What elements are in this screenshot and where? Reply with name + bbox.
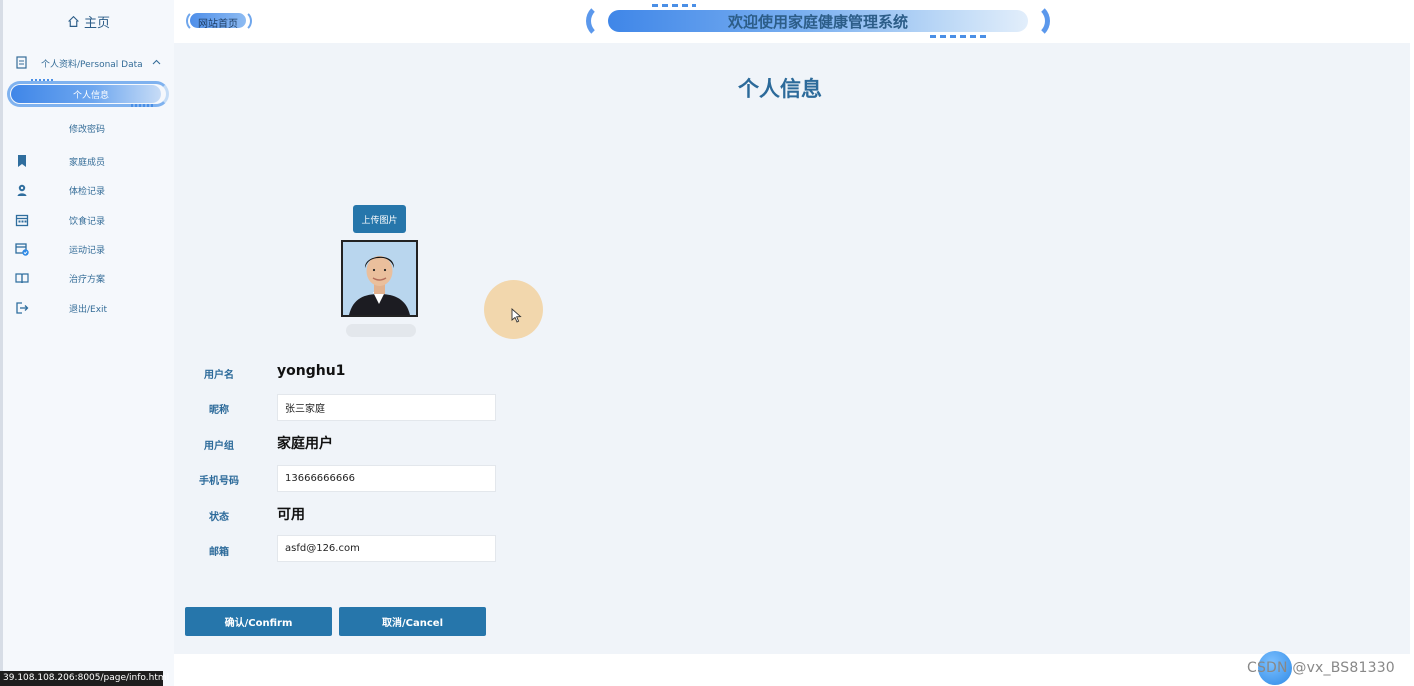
sidebar-item-label: 个人信息 xyxy=(73,91,110,101)
sidebar-item-diet-records[interactable]: 饮食记录 xyxy=(3,210,174,230)
sidebar-item-label: 运动记录 xyxy=(69,246,106,256)
sidebar-item-label: 治疗方案 xyxy=(69,275,106,285)
user-badge-icon xyxy=(17,184,27,196)
sidebar-item-label: 体检记录 xyxy=(69,187,106,197)
calendar-icon xyxy=(15,214,29,227)
sidebar-item-label: 退出/Exit xyxy=(69,305,108,315)
username-value: yonghu1 xyxy=(277,363,346,379)
user-group-label: 用户组 xyxy=(204,441,234,452)
sidebar-home-label: 主页 xyxy=(83,15,110,31)
sidebar-item-label: 饮食记录 xyxy=(69,217,106,227)
avatar xyxy=(341,240,418,317)
csdn-watermark: CSDN @vx_BS81330 xyxy=(1247,660,1395,676)
nickname-label: 昵称 xyxy=(209,405,229,416)
chevron-up-icon xyxy=(152,59,161,65)
page-title: 个人信息 xyxy=(738,77,822,101)
email-label: 邮箱 xyxy=(209,547,229,558)
avatar-portrait-icon xyxy=(343,242,416,315)
home-icon xyxy=(68,15,79,27)
nickname-input[interactable]: 张三家庭 xyxy=(277,394,496,421)
logout-icon xyxy=(16,302,29,314)
welcome-banner: 欢迎使用家庭健康管理系统 xyxy=(586,3,1050,39)
sidebar-group-label: 个人资料/Personal Data xyxy=(41,60,143,70)
avatar-caption-placeholder xyxy=(346,324,416,337)
main-content: 个人信息 上传图片 用户名 yonghu1 昵称 张三家庭 用户组 家庭用户 手… xyxy=(174,43,1410,654)
decor-dots xyxy=(131,104,153,107)
bookmark-icon xyxy=(18,155,26,167)
sidebar-item-exit[interactable]: 退出/Exit xyxy=(3,298,174,318)
banner-title: 欢迎使用家庭健康管理系统 xyxy=(727,13,908,31)
sidebar-item-change-password[interactable]: 修改密码 xyxy=(3,118,174,138)
cursor-highlight xyxy=(484,280,543,339)
sidebar-item-label: 修改密码 xyxy=(69,125,106,135)
cancel-button[interactable]: 取消/Cancel xyxy=(339,607,486,636)
sidebar-item-family-members[interactable]: 家庭成员 xyxy=(3,151,174,171)
username-label: 用户名 xyxy=(204,370,234,381)
sidebar-home-link[interactable]: 主页 xyxy=(3,0,174,42)
status-bar-url: 39.108.108.206:8005/page/info.html xyxy=(0,671,169,686)
status-value: 可用 xyxy=(277,507,305,523)
phone-input[interactable]: 13666666666 xyxy=(277,465,496,492)
sidebar-item-exercise-records[interactable]: 运动记录 xyxy=(3,239,174,259)
decor-dots xyxy=(930,35,986,38)
upload-image-button[interactable]: 上传图片 xyxy=(353,205,406,233)
sidebar-group-personal-data[interactable]: 个人资料/Personal Data xyxy=(3,53,174,73)
confirm-button[interactable]: 确认/Confirm xyxy=(185,607,332,636)
site-home-label: 网站首页 xyxy=(198,19,238,30)
status-label: 状态 xyxy=(209,512,229,523)
top-header: 网站首页 欢迎使用家庭健康管理系统 xyxy=(174,0,1414,43)
phone-label: 手机号码 xyxy=(199,476,239,487)
document-icon xyxy=(16,56,27,69)
sidebar-item-checkup-records[interactable]: 体检记录 xyxy=(3,180,174,200)
sidebar-item-personal-info[interactable]: 个人信息 xyxy=(7,79,171,109)
sidebar-item-treatment-plan[interactable]: 治疗方案 xyxy=(3,268,174,288)
calendar-check-icon xyxy=(15,243,29,256)
sidebar: 主页 个人资料/Personal Data 个人信息 修改密码 家庭成员 体检记… xyxy=(3,0,174,686)
mouse-cursor-icon xyxy=(511,308,522,323)
user-group-value: 家庭用户 xyxy=(277,436,333,452)
book-icon xyxy=(15,273,29,284)
site-home-button[interactable]: 网站首页 xyxy=(186,10,252,32)
email-input[interactable]: asfd@126.com xyxy=(277,535,496,562)
sidebar-item-label: 家庭成员 xyxy=(69,158,106,168)
